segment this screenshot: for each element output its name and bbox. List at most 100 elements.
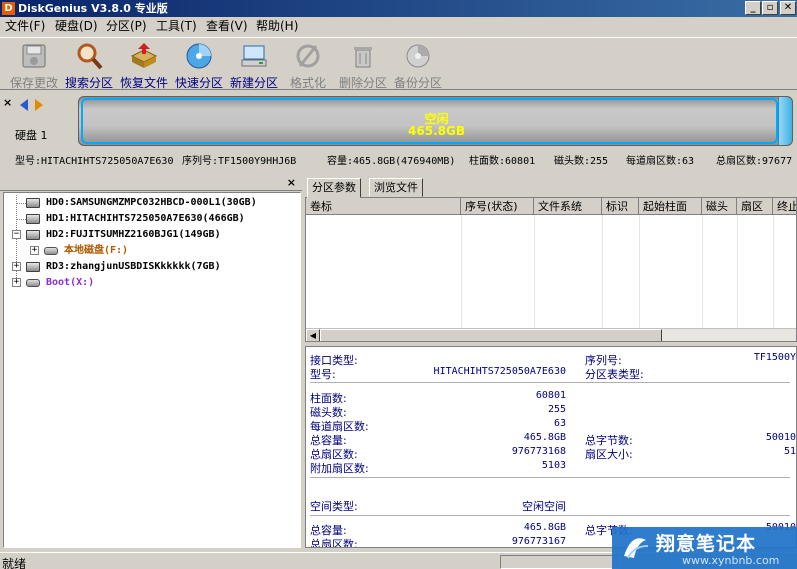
close-button[interactable]: ✕ xyxy=(780,1,796,15)
usb-disk-icon xyxy=(26,262,40,272)
close-tree-icon[interactable]: × xyxy=(287,176,296,189)
disk-total-sectors: 总扇区数:97677 xyxy=(716,156,793,167)
tree-guide xyxy=(16,203,26,204)
scroll-thumb[interactable] xyxy=(320,329,662,341)
tree-node-label: Boot(X:) xyxy=(46,277,95,288)
watermark-url: www.xynbnb.com xyxy=(682,554,780,567)
delete-partition-button[interactable]: 删除分区 xyxy=(335,40,391,90)
previous-disk-icon[interactable] xyxy=(20,99,29,111)
sectors-per-track-value: 63 xyxy=(553,418,566,429)
save-changes-button[interactable]: 保存更改 xyxy=(6,40,62,90)
column-sector[interactable]: 扇区 xyxy=(737,198,773,215)
space-type-label: 空间类型: xyxy=(310,500,358,513)
backup-partition-icon xyxy=(406,44,430,68)
column-id[interactable]: 标识 xyxy=(602,198,639,215)
separator xyxy=(310,515,790,516)
total-bytes-value: 50010 xyxy=(765,432,796,443)
column-index-status[interactable]: 序号(状态) xyxy=(461,198,534,215)
menu-partition[interactable]: 分区(P) xyxy=(103,18,150,35)
sector-size-label: 扇区大小: xyxy=(585,448,633,461)
tree-node-label: HD0:SAMSUNGMZMPC032HBCD-000L1(30GB) xyxy=(46,197,257,208)
collapse-toggle[interactable]: − xyxy=(12,230,21,239)
menu-file[interactable]: 文件(F) xyxy=(2,18,48,35)
scroll-left-icon[interactable]: ◀ xyxy=(306,329,320,341)
horizontal-scrollbar[interactable]: ◀ xyxy=(306,328,796,341)
title-bar: D DiskGenius V3.8.0 专业版 _ ▫ ✕ xyxy=(0,0,797,17)
tree-node-label: 本地磁盘(F:) xyxy=(64,245,129,256)
tree-guide xyxy=(16,219,26,220)
column-divider xyxy=(773,215,774,328)
disk-model: 型号:HITACHIHTS725050A7E630 xyxy=(15,156,174,167)
column-head[interactable]: 磁头 xyxy=(702,198,737,215)
menu-help[interactable]: 帮助(H) xyxy=(253,18,301,35)
sector-size-value: 51 xyxy=(783,446,796,457)
disk-partition-bar[interactable]: 空闲 465.8GB xyxy=(78,96,793,146)
space-sectors-label: 总扇区数: xyxy=(310,538,358,548)
hard-disk-icon xyxy=(26,198,40,208)
column-divider xyxy=(534,215,535,328)
serial-value: TF1500Y xyxy=(753,352,796,363)
recover-file-label: 恢复文件 xyxy=(119,76,168,90)
column-file-system[interactable]: 文件系统 xyxy=(534,198,602,215)
space-sectors-value: 976773167 xyxy=(511,536,566,547)
format-label: 格式化 xyxy=(289,76,326,90)
search-partition-button[interactable]: 搜索分区 xyxy=(61,40,117,90)
total-sectors-value: 976773168 xyxy=(511,446,566,457)
disk-sectors-per-track: 每道扇区数:63 xyxy=(626,156,695,167)
recover-file-button[interactable]: 恢复文件 xyxy=(116,40,172,90)
status-text: 就绪 xyxy=(2,557,27,569)
column-divider xyxy=(639,215,640,328)
minimize-button[interactable]: _ xyxy=(745,1,761,15)
restore-button[interactable]: ▫ xyxy=(762,1,778,15)
tab-partition-params[interactable]: 分区参数 xyxy=(307,178,361,198)
new-partition-label: 新建分区 xyxy=(229,76,278,90)
menu-bar: 文件(F) 硬盘(D) 分区(P) 工具(T) 查看(V) 帮助(H) xyxy=(0,17,797,36)
app-logo-icon: D xyxy=(2,2,15,15)
column-start-cylinder[interactable]: 起始柱面 xyxy=(639,198,702,215)
tab-browse-files[interactable]: 浏览文件 xyxy=(369,178,423,197)
disk-heads: 磁头数:255 xyxy=(554,156,609,167)
expand-toggle[interactable]: + xyxy=(12,262,21,271)
tree-node-volume-f[interactable]: + 本地磁盘(F:) xyxy=(30,243,280,258)
model-label: 型号: xyxy=(310,368,336,381)
hard-disk-icon xyxy=(26,230,40,240)
column-divider xyxy=(702,215,703,328)
disk-cylinders: 柱面数:60801 xyxy=(469,156,536,167)
quick-partition-button[interactable]: 快速分区 xyxy=(171,40,227,90)
delete-partition-label: 删除分区 xyxy=(338,76,387,90)
volume-icon xyxy=(26,279,40,287)
next-disk-icon[interactable] xyxy=(34,99,43,111)
column-end[interactable]: 终止 xyxy=(773,198,796,215)
close-icon[interactable]: × xyxy=(3,96,12,109)
format-button[interactable]: 格式化 xyxy=(280,40,336,90)
new-partition-icon xyxy=(241,45,267,67)
disk-serial: 序列号:TF1500Y9HHJ6B xyxy=(182,156,297,167)
quick-partition-icon xyxy=(186,43,212,69)
tree-node-boot-x[interactable]: + Boot(X:) xyxy=(12,275,212,290)
magnifier-icon xyxy=(77,43,103,70)
watermark-title: 翔意笔记本 xyxy=(656,533,757,555)
menu-disk[interactable]: 硬盘(D) xyxy=(52,18,101,35)
column-divider xyxy=(461,215,462,328)
disk-tree: HD0:SAMSUNGMZMPC032HBCD-000L1(30GB) HD1:… xyxy=(3,192,301,548)
expand-toggle[interactable]: + xyxy=(12,278,21,287)
table-header: 卷标 序号(状态) 文件系统 标识 起始柱面 磁头 扇区 终止 xyxy=(306,198,796,215)
menu-view[interactable]: 查看(V) xyxy=(203,18,251,35)
delete-partition-icon xyxy=(354,47,372,68)
new-partition-button[interactable]: 新建分区 xyxy=(226,40,282,90)
menu-tools[interactable]: 工具(T) xyxy=(153,18,200,35)
backup-partition-button[interactable]: 备份分区 xyxy=(390,40,446,90)
disk-capacity: 容量:465.8GB(476940MB) xyxy=(327,156,456,167)
expand-toggle[interactable]: + xyxy=(30,246,39,255)
backup-partition-label: 备份分区 xyxy=(393,76,442,90)
save-changes-label: 保存更改 xyxy=(9,76,58,90)
tree-node-label: HD2:FUJITSUMHZ2160BJG1(149GB) xyxy=(46,229,221,240)
tree-node-rd3[interactable]: + RD3:zhangjunUSBDISKkkkkk(7GB) xyxy=(12,259,292,274)
disk-tree-panel: × HD0:SAMSUNGMZMPC032HBCD-000L1(30GB) HD… xyxy=(0,176,302,548)
disk-map: × 硬盘 1 空闲 465.8GB xyxy=(0,91,797,153)
tree-node-hd2[interactable]: − HD2:FUJITSUMHZ2160BJG1(149GB) xyxy=(12,227,292,242)
column-volume-label[interactable]: 卷标 xyxy=(306,198,461,215)
toolbar: 保存更改 搜索分区 恢复文件 快速分区 新建分区 格式化 删除分区 备份分区 xyxy=(0,37,797,90)
separator xyxy=(310,477,790,478)
window-title: DiskGenius V3.8.0 专业版 xyxy=(18,2,168,15)
